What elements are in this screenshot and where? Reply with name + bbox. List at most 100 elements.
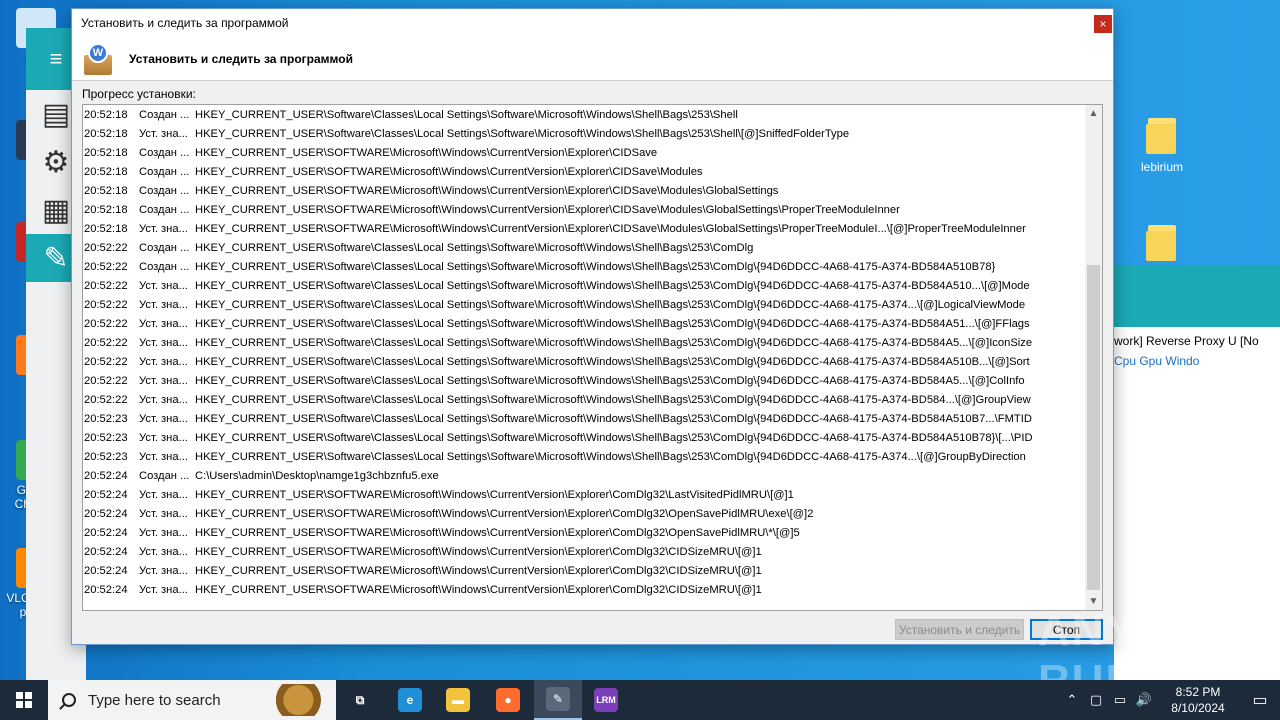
- log-row[interactable]: 20:52:18 Создан ... HKEY_CURRENT_USER\SOFT…: [83, 201, 1085, 220]
- log-time: 20:52:18: [84, 109, 128, 121]
- log-time: 20:52:18: [84, 166, 128, 178]
- folder-icon: [1146, 118, 1176, 154]
- log-key: HKEY_CURRENT_USER\Software\Classes\Local…: [195, 451, 1026, 463]
- log-action: Уст. зна...: [139, 128, 188, 140]
- log-row[interactable]: 20:52:22 Уст. зна... HKEY_CURRENT_USER\Sof…: [83, 391, 1085, 410]
- log-row[interactable]: 20:52:22 Уст. зна... HKEY_CURRENT_USER\Sof…: [83, 315, 1085, 334]
- background-app-columns: Cpu Gpu Windo: [1114, 354, 1200, 368]
- start-button[interactable]: [0, 680, 48, 720]
- log-row[interactable]: 20:52:22 Создан ... HKEY_CURRENT_USER\Soft…: [83, 239, 1085, 258]
- log-time: 20:52:22: [84, 394, 128, 406]
- log-row[interactable]: 20:52:18 Создан ... HKEY_CURRENT_USER\Soft…: [83, 106, 1085, 125]
- network-icon[interactable]: ▭: [1108, 692, 1132, 708]
- log-action: Уст. зна...: [139, 337, 188, 349]
- close-button[interactable]: ×: [1094, 15, 1112, 33]
- log-row[interactable]: 20:52:22 Уст. зна... HKEY_CURRENT_USER\Sof…: [83, 353, 1085, 372]
- taskbar-app-task-view[interactable]: ⧉: [336, 680, 384, 720]
- window-title: Установить и следить за программой: [81, 16, 289, 30]
- log-key: HKEY_CURRENT_USER\Software\Classes\Local…: [195, 261, 996, 273]
- folder-label: lebirium: [1140, 160, 1183, 174]
- chevron-up-icon[interactable]: ⌃: [1060, 692, 1084, 708]
- log-time: 20:52:22: [84, 356, 128, 368]
- dialog-titlebar: Установить и следить за программой ×: [72, 9, 1113, 37]
- log-time: 20:52:22: [84, 375, 128, 387]
- log-key: HKEY_CURRENT_USER\Software\Classes\Local…: [195, 128, 850, 140]
- log-action: Уст. зна...: [139, 394, 188, 406]
- log-row[interactable]: 20:52:24 Уст. зна... HKEY_CURRENT_USER\SOF…: [83, 581, 1085, 600]
- log-action: Уст. зна...: [139, 451, 188, 463]
- log-scrollbar[interactable]: ▲ ▼: [1085, 105, 1102, 610]
- log-key: HKEY_CURRENT_USER\SOFTWARE\Microsoft\Win…: [195, 546, 762, 558]
- log-row[interactable]: 20:52:18 Уст. зна... HKEY_CURRENT_USER\SOF…: [83, 220, 1085, 239]
- log-row[interactable]: 20:52:22 Уст. зна... HKEY_CURRENT_USER\Sof…: [83, 334, 1085, 353]
- taskbar-app-lrm[interactable]: LRM: [582, 680, 630, 720]
- edge-icon: e: [398, 688, 422, 712]
- log-row[interactable]: 20:52:23 Уст. зна... HKEY_CURRENT_USER\Sof…: [83, 410, 1085, 429]
- log-row[interactable]: 20:52:24 Уст. зна... HKEY_CURRENT_USER\SOF…: [83, 524, 1085, 543]
- log-action: Создан ...: [139, 204, 190, 216]
- log-key: C:\Users\admin\Desktop\namge1g3chbznfu5.…: [195, 470, 439, 482]
- log-key: HKEY_CURRENT_USER\SOFTWARE\Microsoft\Win…: [195, 565, 762, 577]
- log-row[interactable]: 20:52:18 Создан ... HKEY_CURRENT_USER\SOFT…: [83, 163, 1085, 182]
- installer-icon: ✎: [546, 687, 570, 711]
- log-key: HKEY_CURRENT_USER\Software\Classes\Local…: [195, 394, 1031, 406]
- log-action: Уст. зна...: [139, 565, 188, 577]
- log-action: Создан ...: [139, 109, 190, 121]
- clock-date: 8/10/2024: [1171, 701, 1225, 715]
- log-row[interactable]: 20:52:24 Создан ... C:\Users\admin\Desktop…: [83, 467, 1085, 486]
- log-row[interactable]: 20:52:22 Уст. зна... HKEY_CURRENT_USER\Sof…: [83, 277, 1085, 296]
- log-key: HKEY_CURRENT_USER\Software\Classes\Local…: [195, 413, 1032, 425]
- taskbar-app-edge[interactable]: e: [386, 680, 434, 720]
- log-action: Создан ...: [139, 470, 190, 482]
- log-time: 20:52:24: [84, 584, 128, 596]
- progress-log[interactable]: 20:52:18 Создан ... HKEY_CURRENT_USER\Soft…: [82, 104, 1103, 611]
- log-time: 20:52:24: [84, 489, 128, 501]
- log-time: 20:52:23: [84, 413, 128, 425]
- firefox-icon: ●: [496, 688, 520, 712]
- taskbar-app-firefox[interactable]: ●: [484, 680, 532, 720]
- log-action: Создан ...: [139, 166, 190, 178]
- log-action: Создан ...: [139, 261, 190, 273]
- scroll-up-arrow-icon[interactable]: ▲: [1085, 105, 1102, 122]
- log-action: Уст. зна...: [139, 375, 188, 387]
- install-and-monitor-button[interactable]: Установить и следить: [895, 619, 1024, 640]
- log-row[interactable]: 20:52:24 Уст. зна... HKEY_CURRENT_USER\SOF…: [83, 562, 1085, 581]
- log-action: Уст. зна...: [139, 299, 188, 311]
- log-row[interactable]: 20:52:18 Уст. зна... HKEY_CURRENT_USER\Sof…: [83, 125, 1085, 144]
- log-row[interactable]: 20:52:23 Уст. зна... HKEY_CURRENT_USER\Sof…: [83, 448, 1085, 467]
- progress-label: Прогресс установки:: [82, 87, 196, 101]
- log-key: HKEY_CURRENT_USER\SOFTWARE\Microsoft\Win…: [195, 527, 800, 539]
- taskbar-search[interactable]: Type here to search: [48, 680, 336, 720]
- log-action: Уст. зна...: [139, 527, 188, 539]
- log-row[interactable]: 20:52:22 Создан ... HKEY_CURRENT_USER\Soft…: [83, 258, 1085, 277]
- taskbar-app-installer[interactable]: ✎: [534, 680, 582, 720]
- log-row[interactable]: 20:52:18 Создан ... HKEY_CURRENT_USER\SOFT…: [83, 144, 1085, 163]
- log-row[interactable]: 20:52:22 Уст. зна... HKEY_CURRENT_USER\Sof…: [83, 296, 1085, 315]
- log-key: HKEY_CURRENT_USER\Software\Classes\Local…: [195, 242, 754, 254]
- log-time: 20:52:23: [84, 432, 128, 444]
- log-row[interactable]: 20:52:24 Уст. зна... HKEY_CURRENT_USER\SOF…: [83, 486, 1085, 505]
- scroll-thumb[interactable]: [1087, 265, 1100, 590]
- log-time: 20:52:22: [84, 280, 128, 292]
- install-monitor-dialog: Установить и следить за программой × W У…: [71, 8, 1114, 645]
- log-action: Уст. зна...: [139, 318, 188, 330]
- taskbar-app-file-explorer[interactable]: ▬: [434, 680, 482, 720]
- log-row[interactable]: 20:52:23 Уст. зна... HKEY_CURRENT_USER\Sof…: [83, 429, 1085, 448]
- clock-time: 8:52 PM: [1175, 685, 1221, 699]
- devices-icon[interactable]: ▢: [1084, 692, 1108, 708]
- volume-icon[interactable]: 🔊: [1132, 692, 1156, 708]
- log-row[interactable]: 20:52:18 Создан ... HKEY_CURRENT_USER\SOFT…: [83, 182, 1085, 201]
- log-key: HKEY_CURRENT_USER\SOFTWARE\Microsoft\Win…: [195, 204, 900, 216]
- notification-icon[interactable]: ▭: [1240, 690, 1280, 710]
- clock[interactable]: 8:52 PM 8/10/2024: [1156, 684, 1240, 716]
- log-row[interactable]: 20:52:24 Уст. зна... HKEY_CURRENT_USER\SOF…: [83, 505, 1085, 524]
- desktop-folder[interactable]: lebirium: [1117, 118, 1207, 174]
- log-row[interactable]: 20:52:22 Уст. зна... HKEY_CURRENT_USER\Sof…: [83, 372, 1085, 391]
- taskbar: Type here to search ⧉ e ▬ ● ✎ LRM ⌃ ▢ ▭ 🔊 8:5…: [0, 680, 1280, 720]
- log-time: 20:52:23: [84, 451, 128, 463]
- search-placeholder: Type here to search: [88, 691, 221, 709]
- log-action: Уст. зна...: [139, 546, 188, 558]
- log-row[interactable]: 20:52:24 Уст. зна... HKEY_CURRENT_USER\SOF…: [83, 543, 1085, 562]
- desktop-folder[interactable]: [1117, 225, 1207, 267]
- log-time: 20:52:18: [84, 223, 128, 235]
